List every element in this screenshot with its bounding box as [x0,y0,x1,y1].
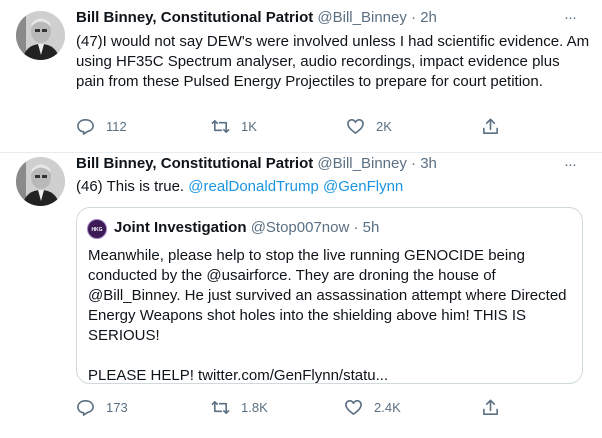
quoted-avatar: HKG [87,219,107,239]
quoted-tweet-header: Joint Investigation @Stop007now · 5h [114,219,379,236]
reply-count: 173 [106,399,128,415]
retweet-count: 1K [241,118,257,134]
tweet-header: Bill Binney, Constitutional Patriot @Bil… [76,9,437,26]
quoted-display-name: Joint Investigation [114,219,247,236]
quoted-text-paragraph: Meanwhile, please help to stop the live … [88,247,567,344]
like-icon [347,118,364,134]
share-button[interactable] [481,116,500,136]
mention-link[interactable]: @realDonaldTrump [188,178,319,195]
like-icon [345,399,362,415]
separator: · [353,219,359,236]
like-count: 2.4K [374,399,401,415]
quoted-tweet[interactable]: HKG Joint Investigation @Stop007now · 5h… [76,207,583,384]
tweet-text: (46) This is true. @realDonaldTrump @Gen… [76,177,591,197]
reply-button[interactable]: 112 [76,116,127,136]
more-icon[interactable]: ··· [560,157,580,172]
retweet-icon [211,119,230,133]
separator: · [411,9,417,26]
retweet-count: 1.8K [241,399,268,415]
reply-icon [77,118,94,135]
display-name[interactable]: Bill Binney, Constitutional Patriot [76,155,313,172]
tweet-header: Bill Binney, Constitutional Patriot @Bil… [76,155,437,172]
retweet-button[interactable]: 1.8K [211,397,268,417]
avatar[interactable] [16,11,65,60]
timestamp[interactable]: 2h [420,9,437,26]
share-icon [483,399,498,415]
mention-link[interactable]: @GenFlynn [323,178,403,195]
tweet[interactable]: Bill Binney, Constitutional Patriot @Bil… [0,0,602,153]
like-count: 2K [376,118,392,134]
tweet-text-prefix: (46) This is true. [76,178,189,195]
quoted-user-handle: @Stop007now [250,219,350,236]
reply-button[interactable]: 173 [76,397,128,417]
retweet-icon [211,400,230,414]
like-button[interactable]: 2.4K [344,397,401,417]
tweet-actions: 112 1K 2K [76,116,516,136]
share-button[interactable] [481,397,500,417]
avatar[interactable] [16,157,65,206]
share-icon [483,118,498,134]
like-button[interactable]: 2K [346,116,392,136]
user-handle[interactable]: @Bill_Binney [317,9,406,26]
tweet-text: (47)I would not say DEW's were involved … [76,33,590,90]
tweet-actions: 173 1.8K 2.4K [76,397,516,417]
user-handle[interactable]: @Bill_Binney [317,155,406,172]
quoted-tweet-text: Meanwhile, please help to stop the live … [88,246,568,386]
separator: · [411,155,417,172]
quoted-timestamp: 5h [362,219,380,236]
reply-count: 112 [106,118,127,134]
quoted-text-link-line: PLEASE HELP! twitter.com/GenFlynn/statu.… [88,367,389,384]
display-name[interactable]: Bill Binney, Constitutional Patriot [76,9,313,26]
timestamp[interactable]: 3h [420,155,437,172]
more-icon[interactable]: ··· [560,10,580,25]
reply-icon [77,399,94,416]
retweet-button[interactable]: 1K [211,116,257,136]
